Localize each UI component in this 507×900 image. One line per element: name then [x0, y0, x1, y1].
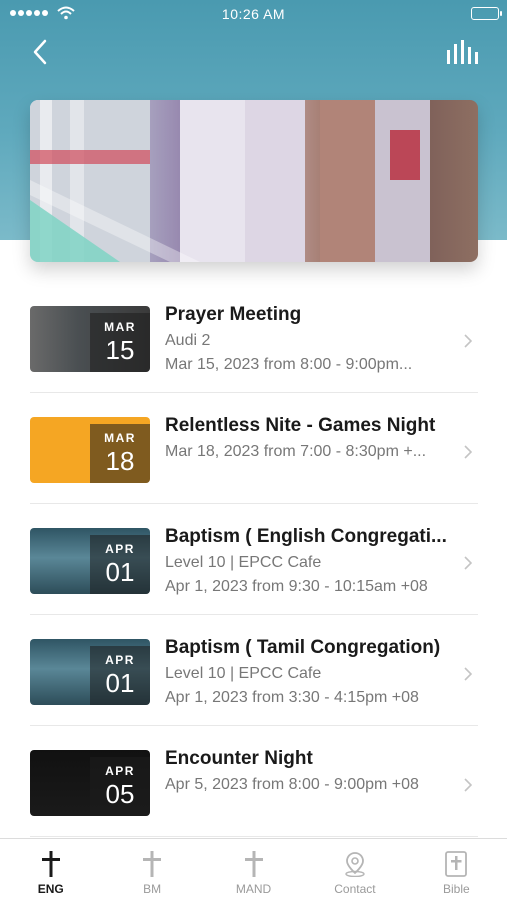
event-row[interactable]: MAR 18 Relentless Nite - Games Night Mar 18… [30, 393, 478, 504]
cross-icon [203, 851, 304, 877]
event-detail: Level 10 | EPCC Cafe [165, 665, 322, 682]
chevron-right-icon [464, 778, 472, 792]
event-date-badge: MAR 15 [90, 313, 150, 372]
event-day: 15 [105, 335, 135, 365]
back-arrow-icon[interactable] [28, 38, 56, 66]
tab-bible[interactable]: Bible [406, 839, 507, 900]
cross-icon [101, 851, 202, 877]
tab-eng[interactable]: ENG [0, 839, 101, 900]
tab-label: MAND [235, 882, 272, 896]
event-day: 01 [105, 668, 135, 698]
event-detail: Audi 2 [165, 332, 211, 349]
chevron-right-icon [464, 667, 472, 681]
tab-mand[interactable]: MAND [203, 839, 304, 900]
event-title: Encounter Night [165, 748, 313, 769]
event-date-badge: APR 05 [90, 757, 150, 816]
event-month: MAR [104, 320, 136, 334]
tab-label: Bible [442, 882, 470, 896]
chevron-right-icon [464, 334, 472, 348]
event-title: Baptism ( Tamil Congregation) [165, 637, 441, 658]
event-month: APR [105, 764, 135, 778]
event-day: 01 [105, 557, 135, 587]
audio-levels-icon[interactable] [445, 40, 479, 66]
tab-label: BM [143, 882, 162, 896]
event-list: MAR 15 Prayer Meeting Audi 2 Mar 15, 2023 fr… [30, 282, 478, 837]
chevron-right-icon [464, 556, 472, 570]
event-row[interactable]: APR 01 Baptism ( Tamil Congregation) Level … [30, 615, 478, 726]
event-title: Relentless Nite - Games Night [165, 415, 436, 436]
bible-icon [406, 851, 507, 877]
event-title: Baptism ( English Congregati... [165, 526, 447, 547]
event-date-badge: MAR 18 [90, 424, 150, 483]
status-bar: 10:26 AM [0, 0, 507, 28]
event-month: MAR [104, 431, 136, 445]
event-thumbnail: MAR 15 [30, 306, 150, 372]
tab-label: ENG [37, 882, 64, 896]
tab-contact[interactable]: Contact [304, 839, 405, 900]
event-detail: Mar 15, 2023 from 8:00 - 9:00pm... [165, 356, 413, 373]
chevron-right-icon [464, 445, 472, 459]
event-detail: Mar 18, 2023 from 7:00 - 8:30pm +... [165, 443, 427, 460]
event-thumbnail: APR 05 [30, 750, 150, 816]
cross-icon [0, 851, 101, 877]
event-detail: Apr 5, 2023 from 8:00 - 9:00pm +08 [165, 776, 419, 793]
event-month: APR [105, 653, 135, 667]
event-row[interactable]: APR 01 Baptism ( English Congregati... Leve… [30, 504, 478, 615]
event-row[interactable]: APR 05 Encounter Night Apr 5, 2023 from 8:0… [30, 726, 478, 837]
tab-bm[interactable]: BM [101, 839, 202, 900]
event-day: 18 [105, 446, 135, 476]
event-date-badge: APR 01 [90, 646, 150, 705]
event-title: Prayer Meeting [165, 304, 302, 325]
event-row[interactable]: MAR 15 Prayer Meeting Audi 2 Mar 15, 2023 fr… [30, 282, 478, 393]
event-banner-image [30, 100, 478, 262]
battery-icon [471, 7, 502, 20]
event-month: APR [105, 542, 135, 556]
location-pin-icon [304, 851, 405, 878]
event-thumbnail: APR 01 [30, 528, 150, 594]
status-time: 10:26 AM [221, 6, 286, 22]
tab-label: Contact [334, 882, 376, 896]
event-thumbnail: APR 01 [30, 639, 150, 705]
bottom-tab-bar: ENG BM MAND Contact Bible [0, 838, 507, 900]
event-detail: Level 10 | EPCC Cafe [165, 554, 322, 571]
event-detail: Apr 1, 2023 from 3:30 - 4:15pm +08 [165, 689, 419, 706]
event-day: 05 [105, 779, 135, 809]
event-date-badge: APR 01 [90, 535, 150, 594]
event-thumbnail: MAR 18 [30, 417, 150, 483]
event-detail: Apr 1, 2023 from 9:30 - 10:15am +08 [165, 578, 428, 595]
